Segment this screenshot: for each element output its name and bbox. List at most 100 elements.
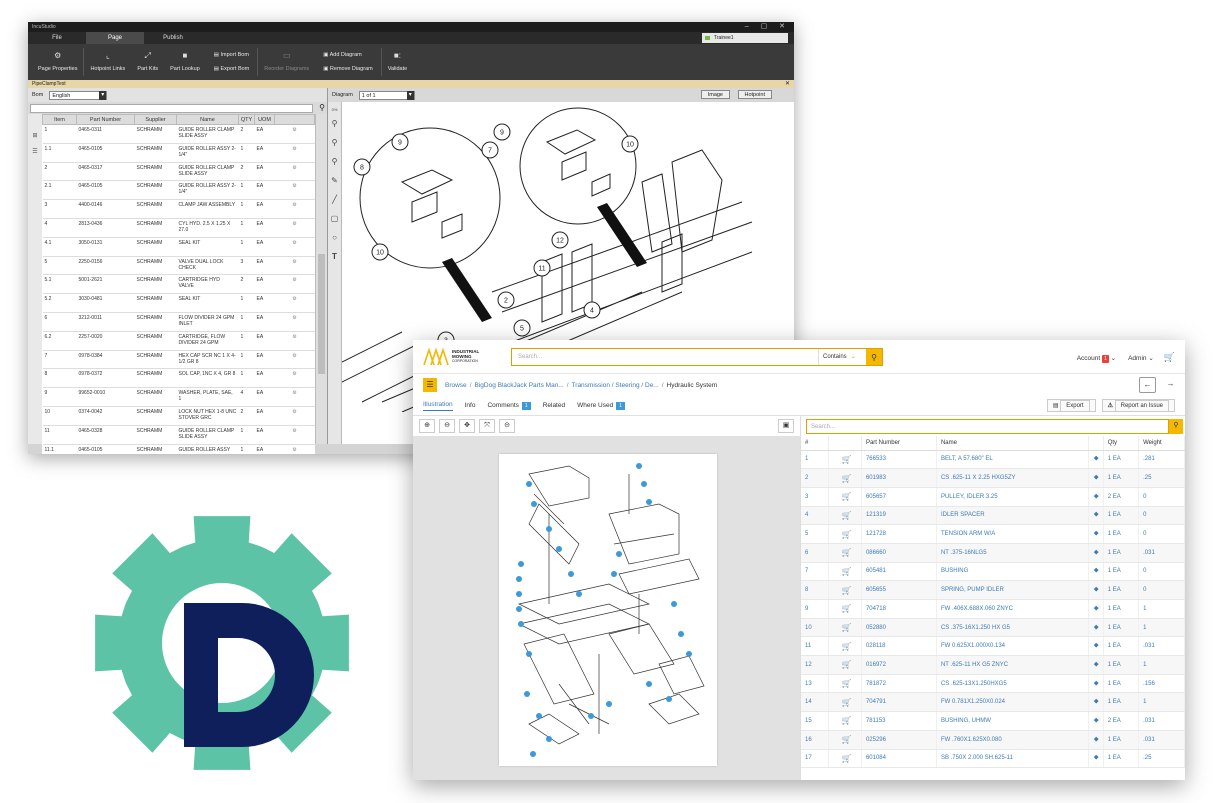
bom-search-input[interactable] xyxy=(30,104,313,113)
hotpoint-marker[interactable] xyxy=(641,481,647,487)
reorder-diagrams-button[interactable]: ▭ Reorder Diagrams xyxy=(258,44,315,80)
menu-icon[interactable]: ☰ xyxy=(423,378,437,392)
tab-comments[interactable]: Comments 1 xyxy=(487,402,531,410)
row-settings-icon[interactable]: ⚙ xyxy=(274,425,315,445)
parts-header-cell[interactable]: Name xyxy=(936,436,1090,451)
bom-header-cell[interactable]: QTY xyxy=(238,114,255,125)
add-diagram-button[interactable]: ▣ Add Diagram xyxy=(323,52,373,58)
export-bom-button[interactable]: ▤ Export Bom xyxy=(214,66,249,72)
window-controls[interactable]: ‒ ▢ ✕ xyxy=(745,22,790,32)
hotpoint-marker[interactable] xyxy=(516,606,522,612)
add-to-cart-icon[interactable]: 🛒 xyxy=(828,468,862,488)
hotpoint-marker[interactable] xyxy=(516,591,522,597)
zoom-out-icon[interactable]: ⚲ xyxy=(328,133,341,152)
tag-icon[interactable]: ⬥ xyxy=(1088,749,1104,769)
tab-related[interactable]: Related xyxy=(543,402,565,409)
bom-row[interactable]: 6 3212-0011 SCHRAMM FLOW DIVIDER 24 GPM INL… xyxy=(42,312,315,332)
zoom-out-icon[interactable]: ⊖ xyxy=(439,419,455,433)
hotpoint-marker[interactable] xyxy=(518,561,524,567)
add-to-cart-icon[interactable]: 🛒 xyxy=(828,543,862,563)
hotpoint-button[interactable]: Hotpoint xyxy=(737,90,772,99)
parts-filter-input[interactable]: Search... xyxy=(806,419,1169,434)
bom-row[interactable]: 4.1 3050-0131 SCHRAMM SEAL KIT 1 EA ⚙ xyxy=(42,237,315,257)
hotpoint-marker[interactable] xyxy=(611,571,617,577)
reset-icon[interactable]: ⊝ xyxy=(499,419,515,433)
bom-scrollbar[interactable] xyxy=(315,114,327,444)
zoom-in-icon[interactable]: ⊕ xyxy=(419,419,435,433)
add-to-cart-icon[interactable]: 🛒 xyxy=(828,692,862,713)
row-settings-icon[interactable]: ⚙ xyxy=(274,368,315,389)
hotpoint-marker[interactable] xyxy=(646,681,652,687)
parts-row[interactable]: 3 🛒 605657 PULLEY, IDLER 3.25 ⬥ 2 EA 0 xyxy=(801,487,1185,507)
tag-icon[interactable]: ⬥ xyxy=(1088,468,1104,488)
bom-row[interactable]: 2.1 0465-0105 SCHRAMM GUIDE ROLLER ASSY 2-1… xyxy=(42,180,315,201)
hotpoint-marker[interactable] xyxy=(546,736,552,742)
diagram-page-select[interactable]: 1 of 1 xyxy=(358,90,415,100)
add-to-cart-icon[interactable]: 🛒 xyxy=(828,711,862,731)
tag-icon[interactable]: ⬥ xyxy=(1088,524,1104,544)
row-settings-icon[interactable]: ⚙ xyxy=(274,218,315,238)
tag-icon[interactable]: ⬥ xyxy=(1088,730,1104,750)
document-tab[interactable]: PipeClampTest ✕ xyxy=(28,80,794,88)
hotpoint-marker[interactable] xyxy=(588,713,594,719)
bom-row[interactable]: 5.1 5001-2621 SCHRAMM CARTRIDGE HYD VALVE 2 E… xyxy=(42,274,315,295)
bom-header-cell[interactable]: UOM xyxy=(254,114,275,125)
add-row-icon[interactable]: ⊞ xyxy=(28,128,42,144)
hotpoint-links-button[interactable]: ⌞ Hotpoint Links xyxy=(84,44,131,80)
row-settings-icon[interactable]: ⚙ xyxy=(274,444,315,454)
row-settings-icon[interactable]: ⚙ xyxy=(274,312,315,332)
parts-header-cell[interactable]: Weight xyxy=(1138,436,1185,451)
hotpoint-marker[interactable] xyxy=(646,499,652,505)
hotpoint-marker[interactable] xyxy=(568,571,574,577)
hotpoint-marker[interactable] xyxy=(546,526,552,532)
tag-icon[interactable]: ⬥ xyxy=(1088,580,1104,600)
hotpoint-marker[interactable] xyxy=(686,651,692,657)
hotpoint-marker[interactable] xyxy=(526,481,532,487)
bom-row[interactable]: 5.2 3030-0481 SCHRAMM SEAL KIT 1 EA ⚙ xyxy=(42,293,315,313)
tab-file[interactable]: File xyxy=(28,32,86,44)
parts-row[interactable]: 15 🛒 781153 BUSHING, UHMW ⬥ 2 EA .031 xyxy=(801,711,1185,731)
user-select[interactable]: Trainee1 xyxy=(702,33,788,43)
tag-icon[interactable]: ⬥ xyxy=(1088,599,1104,619)
hotpoint-marker[interactable] xyxy=(530,751,536,757)
add-to-cart-icon[interactable]: 🛒 xyxy=(828,674,862,694)
text-icon[interactable]: T xyxy=(328,247,341,266)
zoom-in-icon[interactable]: ⚲ xyxy=(328,114,341,133)
cart-icon[interactable]: 🛒 xyxy=(1164,352,1175,363)
parts-row[interactable]: 2 🛒 601983 CS .625-11 X 2.25 HXG5ZY ⬥ 1 EA .25 xyxy=(801,468,1185,488)
hotpoint-marker[interactable] xyxy=(636,463,642,469)
add-to-cart-icon[interactable]: 🛒 xyxy=(828,524,862,544)
parts-row[interactable]: 9 🛒 704718 FW .406X.688X.060 ZNYC ⬥ 1 EA 1 xyxy=(801,599,1185,619)
crumb-manual[interactable]: BigDog BlackJack Parts Man... xyxy=(475,382,564,389)
tab-info[interactable]: Info xyxy=(465,402,476,409)
tab-where-used[interactable]: Where Used 1 xyxy=(577,402,625,410)
add-to-cart-icon[interactable]: 🛒 xyxy=(828,749,862,769)
tag-icon[interactable]: ⬥ xyxy=(1088,692,1104,713)
hotpoint-marker[interactable] xyxy=(671,601,677,607)
row-settings-icon[interactable]: ⚙ xyxy=(274,162,315,182)
parts-row[interactable]: 17 🛒 601084 SB .750X 2.000 SH.625-11 ⬥ 1 EA .2… xyxy=(801,749,1185,769)
tag-icon[interactable]: ⬥ xyxy=(1088,450,1104,470)
tag-icon[interactable]: ⬥ xyxy=(1088,487,1104,507)
row-settings-icon[interactable]: ⚙ xyxy=(274,237,315,257)
add-to-cart-icon[interactable]: 🛒 xyxy=(828,730,862,750)
bom-header-cell[interactable]: Item xyxy=(42,114,77,125)
bom-header-cell[interactable]: Part Number xyxy=(76,114,135,125)
bom-row[interactable]: 11 0465-0328 SCHRAMM GUIDE ROLLER CLAMP SLI… xyxy=(42,425,315,445)
bom-row[interactable]: 3 4400-0146 SCHRAMM CLAMP JAW ASSEMBLY 1 EA ⚙ xyxy=(42,199,315,219)
bom-row[interactable]: 1.1 0465-0105 SCHRAMM GUIDE ROLLER ASSY 2-1… xyxy=(42,143,315,163)
row-settings-icon[interactable]: ⚙ xyxy=(274,350,315,370)
parts-header-cell[interactable]: Qty xyxy=(1103,436,1140,451)
rectangle-icon[interactable]: ▢ xyxy=(328,209,341,228)
image-button[interactable]: Image xyxy=(700,90,730,99)
hotpoint-marker[interactable] xyxy=(536,713,542,719)
search-button[interactable]: ⚲ xyxy=(866,349,882,365)
search-mode-select[interactable]: Contains ⌄ xyxy=(818,349,866,365)
hotpoint-marker[interactable] xyxy=(576,591,582,597)
hotpoint-marker[interactable] xyxy=(616,551,622,557)
search-icon[interactable]: ⚲ xyxy=(319,103,325,112)
tab-page[interactable]: Page xyxy=(86,32,144,44)
tag-icon[interactable]: ⬥ xyxy=(1088,562,1104,582)
search-input[interactable]: Search... xyxy=(512,354,818,360)
add-to-cart-icon[interactable]: 🛒 xyxy=(828,450,862,470)
